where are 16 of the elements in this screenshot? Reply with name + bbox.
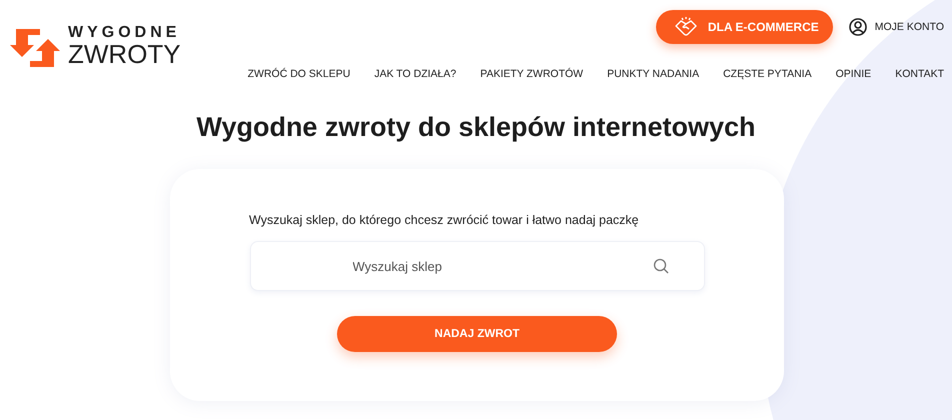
arrows-logo-icon xyxy=(10,27,60,69)
nav-link[interactable]: JAK TO DZIAŁA? xyxy=(374,68,456,80)
user-icon xyxy=(848,18,867,36)
search-field[interactable]: Wyszukaj sklep xyxy=(250,241,704,291)
nav-link[interactable]: PUNKTY NADANIA xyxy=(607,68,700,80)
nav-link[interactable]: CZĘSTE PYTANIA xyxy=(723,68,812,80)
search-icon xyxy=(652,258,668,274)
logo-wordmark: ZWROTY xyxy=(68,41,181,67)
logo-wordmark-top: WYGODNE xyxy=(68,25,181,41)
nav-link[interactable]: ZWRÓĆ DO SKLEPU xyxy=(248,68,350,80)
nav-link[interactable]: KONTAKT xyxy=(895,68,944,80)
nav-link[interactable]: OPINIE xyxy=(836,68,872,80)
page-heading: Wygodne zwroty do sklepów internetowych xyxy=(195,112,757,143)
account-link[interactable]: MOJE KONTO xyxy=(848,18,944,36)
nav-link[interactable]: PAKIETY ZWROTÓW xyxy=(480,68,584,80)
search-prompt: Wyszukaj sklep, do którego chcesz zwrócić towar i łatwo nadaj paczkę xyxy=(249,213,640,227)
